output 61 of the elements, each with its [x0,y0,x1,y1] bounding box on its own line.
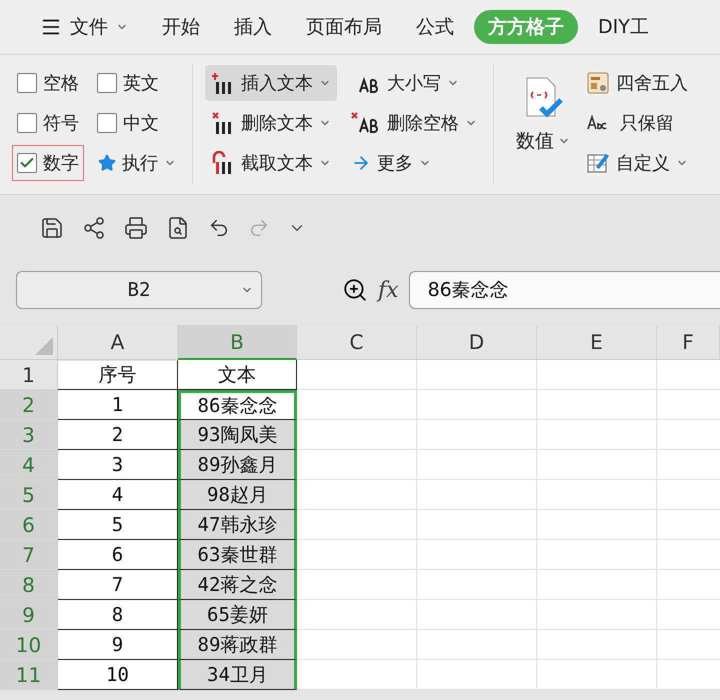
name-box[interactable]: B2 [16,271,262,309]
number-tool-button[interactable]: 只保留 [580,105,694,141]
ribbon-tab[interactable]: 页面布局 [292,10,396,44]
column-header[interactable]: D [417,325,537,360]
checkbox[interactable]: 空格 [12,65,84,101]
column-header[interactable]: C [297,325,417,360]
save-icon[interactable] [40,216,64,240]
table-cell: 序号 [58,360,178,390]
table-cell: 9 [58,630,178,660]
table-cell: 1 [58,390,178,420]
table-cell: 93陶凤美 [178,420,297,450]
ribbon-tab[interactable]: 开始 [148,10,214,44]
text-tool-button[interactable]: 大小写 [345,65,483,101]
column-header[interactable]: A [58,325,178,360]
print-icon[interactable] [124,216,148,240]
table-cell: 86秦念念 [178,390,297,420]
checkbox[interactable]: 数字 [12,145,84,181]
table-cell: 47韩永珍 [178,510,297,540]
text-tool-button[interactable]: 删除文本 [205,105,337,141]
checkbox[interactable]: 英文 [92,65,182,101]
column-header[interactable]: F [657,325,720,360]
delete-space-icon [351,111,381,135]
row-header[interactable]: 1 [0,360,58,390]
table-cell: 6 [58,540,178,570]
file-menu[interactable]: 文件 [26,10,142,44]
checkbox[interactable]: 符号 [12,105,84,141]
checkbox[interactable]: 中文 [92,105,182,141]
formula-field[interactable]: 86秦念念 [408,271,720,309]
value-button[interactable]: 数值 [506,65,580,165]
column-header[interactable]: E [537,325,657,360]
text-tool-button[interactable]: 插入文本 [205,65,337,101]
table-cell: 文本 [178,360,297,390]
calculator-icon [586,71,610,95]
text-tool-button[interactable]: 删除空格 [345,105,483,141]
text-tool-button[interactable]: 截取文本 [205,145,337,181]
zoom-icon[interactable] [342,277,368,303]
table-cell: 3 [58,450,178,480]
share-icon[interactable] [82,216,106,240]
table-cell: 65姜妍 [178,600,297,630]
table-cell: 98赵月 [178,480,297,510]
run-button[interactable]: 执行 [92,145,182,181]
table-cell: 2 [58,420,178,450]
table-cell: 7 [58,570,178,600]
table-cell: 42蒋之念 [178,570,297,600]
ribbon-tab[interactable]: 公式 [402,10,468,44]
number-tool-button[interactable]: 自定义 [580,145,694,181]
function-label[interactable]: fx [378,278,399,302]
table-cell: 89孙鑫月 [178,450,297,480]
number-tool-button[interactable]: 四舍五入 [580,65,694,101]
edit-table-icon [586,151,610,175]
table-cell: 63秦世群 [178,540,297,570]
table-cell: 4 [58,480,178,510]
table-cell: 34卫月 [178,660,297,690]
text-tool-button[interactable]: 更多 [345,145,483,181]
table-cell: 10 [58,660,178,690]
star-icon [98,154,116,172]
table-cell: 8 [58,600,178,630]
table-cell: 5 [58,510,178,540]
table-cell: 89蒋政群 [178,630,297,660]
ribbon-tab[interactable]: 插入 [220,10,286,44]
ribbon-tab[interactable]: DIY工 [584,10,663,44]
